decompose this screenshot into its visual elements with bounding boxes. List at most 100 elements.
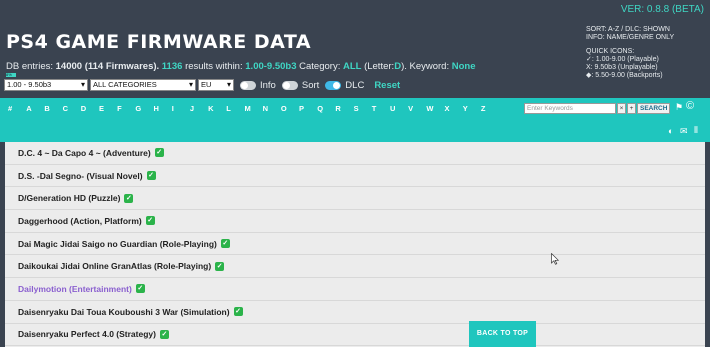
letter-nav-bar: # A B C D E F G H I J K L M N O P Q R S T U V W X Y Z Enter Keywor… — [0, 98, 710, 142]
columns-icon[interactable]: ⦀ — [694, 125, 698, 136]
letter-link-v[interactable]: V — [408, 104, 426, 113]
playable-check-icon: ✓ — [215, 261, 225, 271]
letter-link-f[interactable]: F — [117, 104, 135, 113]
game-title[interactable]: D.S. -Dal Segno- (Visual Novel) — [18, 171, 143, 181]
letter-link-y[interactable]: Y — [463, 104, 481, 113]
sort-info: SORT: A-Z / DLC: SHOWN — [586, 26, 670, 33]
add-keyword-button[interactable]: + — [627, 103, 636, 114]
game-row[interactable]: D/Generation HD (Puzzle) ✓ — [5, 187, 705, 211]
info-info: INFO: NAME/GENRE ONLY — [586, 34, 675, 41]
page-header: VER: 0.8.8 (BETA) SORT: A-Z / DLC: SHOWN… — [0, 0, 710, 98]
category-select[interactable]: ALL CATEGORIES — [90, 79, 196, 91]
quick-icon-playable: ✓: 1.00-9.00 (Playable) — [586, 56, 659, 63]
quick-icon-unplayable: X: 9.50b3 (Unplayable) — [586, 64, 658, 71]
search-bar: Enter Keywords × + SEARCH — [524, 103, 671, 114]
playable-check-icon: ✓ — [135, 284, 145, 294]
dlc-toggle[interactable] — [325, 80, 342, 90]
filter-controls: 1.00 - 9.50b3 ALL CATEGORIES EU Info Sor… — [4, 78, 400, 92]
game-row[interactable]: D.C. 4 ~ Da Capo 4 ~ (Adventure) ✓ — [5, 142, 705, 165]
mouse-cursor-icon — [551, 253, 559, 265]
game-row[interactable]: Daggerhood (Action, Platform) ✓ — [5, 210, 705, 233]
letter-link-r[interactable]: R — [335, 104, 353, 113]
letter-close: ). Keyword: — [401, 61, 450, 72]
game-title[interactable]: D.C. 4 ~ Da Capo 4 ~ (Adventure) — [18, 148, 151, 158]
game-title[interactable]: Daisenryaku Perfect 4.0 (Strategy) — [18, 329, 156, 339]
version-label: VER: 0.8.8 (BETA) — [620, 4, 704, 15]
letter-link-l[interactable]: L — [226, 104, 244, 113]
letter-link-n[interactable]: N — [263, 104, 281, 113]
playable-check-icon: ✓ — [220, 239, 230, 249]
letter-link-d[interactable]: D — [81, 104, 99, 113]
letter-link-j[interactable]: J — [190, 104, 208, 113]
search-input[interactable]: Enter Keywords — [524, 103, 616, 114]
region-select[interactable]: EU — [198, 79, 234, 91]
db-label: DB entries: — [6, 61, 53, 72]
letter-link-g[interactable]: G — [135, 104, 153, 113]
game-row[interactable]: Dailymotion (Entertainment) ✓ — [5, 278, 705, 301]
letter-link-p[interactable]: P — [299, 104, 317, 113]
letter-link-u[interactable]: U — [390, 104, 408, 113]
dlc-label: DLC — [345, 79, 365, 91]
playable-check-icon: ✓ — [146, 171, 156, 181]
results-count: 1136 — [161, 61, 183, 72]
letter-link-hash[interactable]: # — [8, 104, 26, 113]
category-value: ALL — [342, 61, 362, 72]
letter-link-k[interactable]: K — [208, 104, 226, 113]
mail-icon[interactable]: ✉ — [680, 126, 688, 137]
playable-check-icon: ✓ — [233, 307, 243, 317]
info-toggle[interactable] — [240, 80, 256, 90]
letter-link-h[interactable]: H — [154, 104, 172, 113]
fw-range: 1.00-9.50b3 — [245, 61, 297, 72]
db-count: 14000 (114 Firmwares). — [55, 61, 160, 72]
game-row[interactable]: Daisenryaku Dai Toua Kouboushi 3 War (Si… — [5, 301, 705, 324]
playable-check-icon: ✓ — [145, 216, 155, 226]
page-title: PS4 GAME FIRMWARE DATA — [6, 31, 312, 53]
letter-link-z[interactable]: Z — [481, 104, 499, 113]
letter-link-i[interactable]: I — [172, 104, 190, 113]
playable-check-icon: ✓ — [159, 329, 169, 339]
game-title[interactable]: Daikoukai Jidai Online GranAtlas (Role-P… — [18, 261, 211, 271]
letter-link-a[interactable]: A — [26, 104, 44, 113]
info-panel: SORT: A-Z / DLC: SHOWN INFO: NAME/GENRE … — [586, 26, 704, 80]
quick-icons-label: QUICK ICONS: — [586, 48, 635, 55]
letter-nav: # A B C D E F G H I J K L M N O P Q R S T U V W X Y Z — [8, 104, 499, 113]
firmware-select[interactable]: 1.00 - 9.50b3 — [4, 79, 88, 91]
game-row[interactable]: D.S. -Dal Segno- (Visual Novel) ✓ — [5, 165, 705, 188]
game-title[interactable]: Dai Magic Jidai Saigo no Guardian (Role-… — [18, 239, 217, 249]
game-title[interactable]: D/Generation HD (Puzzle) — [18, 193, 120, 203]
game-row[interactable]: Dai Magic Jidai Saigo no Guardian (Role-… — [5, 233, 705, 256]
letter-link-t[interactable]: T — [372, 104, 390, 113]
game-list: D.C. 4 ~ Da Capo 4 ~ (Adventure) ✓ D.S. -D… — [5, 142, 705, 347]
letter-link-b[interactable]: B — [44, 104, 62, 113]
results-label: results within: — [185, 61, 243, 72]
reset-link[interactable]: Reset — [374, 80, 400, 91]
letter-link-c[interactable]: C — [63, 104, 81, 113]
flag-icon[interactable]: ⚑ — [675, 102, 683, 113]
quick-icon-backports: ◆: 5.50-9.00 (Backports) — [586, 72, 663, 79]
stats-line: DB entries: 14000 (114 Firmwares). 1136 … — [6, 61, 476, 72]
letter-open: (Letter: — [364, 61, 395, 72]
search-button[interactable]: SEARCH — [637, 103, 671, 114]
copyright-icon[interactable]: © — [686, 100, 694, 112]
keyword-value: None — [451, 61, 476, 72]
letter-link-q[interactable]: Q — [317, 104, 335, 113]
letter-link-o[interactable]: O — [281, 104, 299, 113]
info-label: Info — [260, 79, 276, 91]
sort-toggle[interactable] — [281, 80, 298, 90]
letter-link-m[interactable]: M — [244, 104, 262, 113]
clear-search-button[interactable]: × — [617, 103, 626, 114]
letter-link-w[interactable]: W — [426, 104, 444, 113]
contrast-icon[interactable]: ◐ — [668, 126, 673, 136]
game-title[interactable]: Daisenryaku Dai Toua Kouboushi 3 War (Si… — [18, 307, 230, 317]
game-row[interactable]: Daisenryaku Perfect 4.0 (Strategy) ✓ — [5, 324, 705, 347]
back-to-top-button[interactable]: BACK TO TOP — [469, 321, 536, 347]
game-row[interactable]: Daikoukai Jidai Online GranAtlas (Role-P… — [5, 255, 705, 279]
playable-check-icon: ✓ — [154, 148, 164, 158]
game-title[interactable]: Dailymotion (Entertainment) — [18, 284, 132, 294]
letter-link-s[interactable]: S — [354, 104, 372, 113]
letter-link-e[interactable]: E — [99, 104, 117, 113]
sort-label: Sort — [301, 79, 320, 91]
game-title[interactable]: Daggerhood (Action, Platform) — [18, 216, 142, 226]
letter-link-x[interactable]: X — [445, 104, 463, 113]
category-label: Category: — [299, 61, 341, 72]
